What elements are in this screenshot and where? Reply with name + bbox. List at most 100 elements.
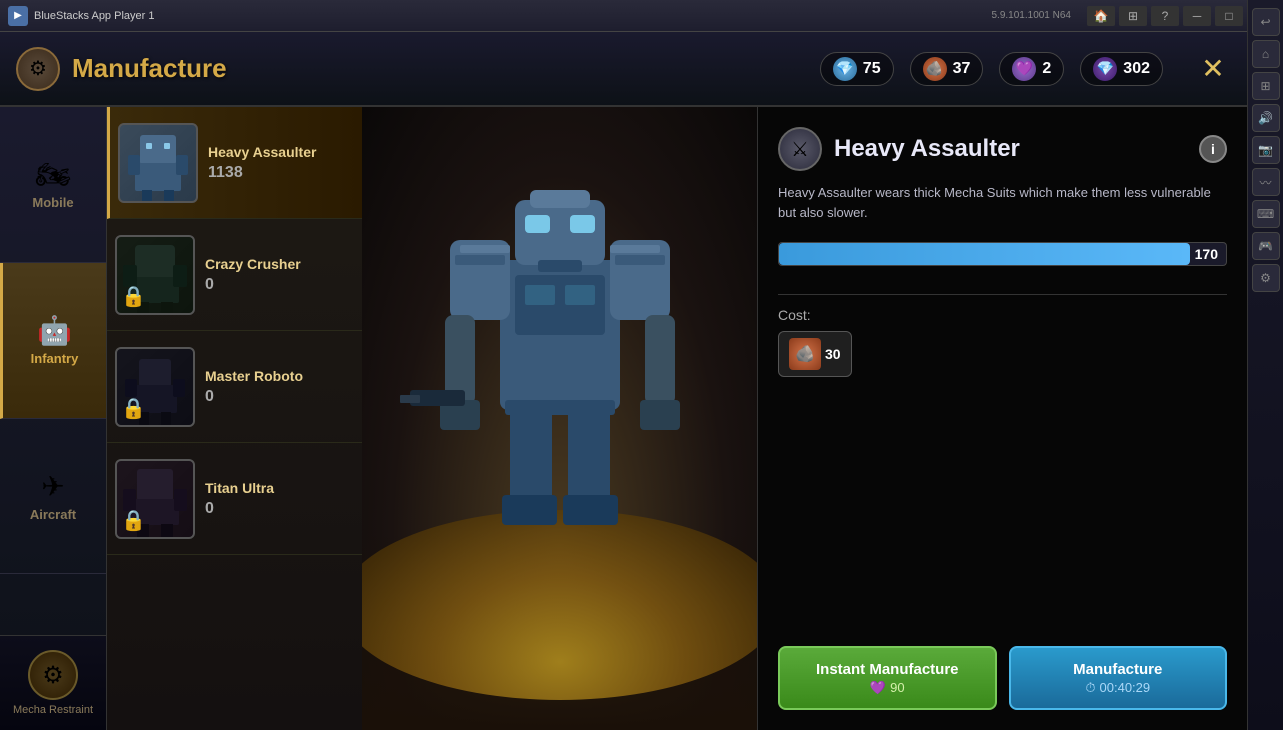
maximize-button[interactable]: □ [1215,6,1243,26]
resource-purple-light: 💜 2 [999,52,1064,86]
manufacture-btn-sub: ⏱ 00:40:29 [1085,680,1150,696]
detail-header: ⚔ Heavy Assaulter i [778,127,1227,171]
category-aircraft[interactable]: ✈ Aircraft [0,419,106,575]
separator [778,294,1227,295]
category-mobile[interactable]: 🏍 Mobile [0,107,106,263]
purple-light-icon: 💜 [1012,57,1036,81]
progress-section: 170 [778,242,1227,266]
bs-home-button[interactable]: ⌂ [1252,40,1280,68]
unit-name-master-roboto: Master Roboto [205,368,354,384]
unit-name-crazy-crusher: Crazy Crusher [205,256,354,272]
aircraft-icon: ✈ [41,470,64,503]
detail-description: Heavy Assaulter wears thick Mecha Suits … [778,183,1227,222]
header-avatar: ⚙ [16,47,60,91]
detail-avatar-icon: ⚔ [778,127,822,171]
lock-overlay-crazy-crusher: 🔒 [117,237,193,313]
category-infantry[interactable]: 🤖 Infantry [0,263,106,419]
instant-cost-value: 90 [890,680,904,695]
purple-light-count: 2 [1042,60,1051,78]
instant-btn-sub: 💜 90 [870,680,905,696]
game-header: ⚙ Manufacture 💎 75 🪨 37 💜 2 💎 302 ✕ [0,32,1247,107]
cost-count: 30 [825,346,841,362]
unit-thumb-titan-ultra: 🔒 [115,459,195,539]
resource-orange-stone: 🪨 37 [910,52,984,86]
bs-screenshot-button[interactable]: 📷 [1252,136,1280,164]
resource-blue-gem: 💎 75 [820,52,894,86]
lock-overlay-titan-ultra: 🔒 [117,461,193,537]
game-area: ⚙ Manufacture 💎 75 🪨 37 💜 2 💎 302 ✕ [0,32,1247,730]
title-bar: ▶ BlueStacks App Player 1 5.9.101.1001 N… [0,0,1283,32]
purple-dark-count: 302 [1123,60,1150,78]
bs-gamepad-button[interactable]: 🎮 [1252,232,1280,260]
infantry-icon: 🤖 [37,314,72,347]
manufacture-button[interactable]: Manufacture ⏱ 00:40:29 [1009,646,1228,710]
progress-bar-bg: 170 [778,242,1227,266]
resource-bar: 💎 75 🪨 37 💜 2 💎 302 ✕ [820,51,1231,87]
orange-stone-icon: 🪨 [923,57,947,81]
header-left: ⚙ Manufacture [16,47,227,91]
main-viewport [362,107,757,730]
progress-bar-fill [779,243,1190,265]
bs-recents-button[interactable]: ⊞ [1252,72,1280,100]
cost-item: 🪨 30 [778,331,852,377]
manufacture-close-button[interactable]: ✕ [1195,51,1231,87]
unit-item-crazy-crusher[interactable]: 🔒 Crazy Crusher 0 [107,219,362,331]
category-infantry-label: Infantry [31,351,79,366]
home-button[interactable]: 🏠 [1087,6,1115,26]
detail-info-button[interactable]: i [1199,135,1227,163]
unit-list: Heavy Assaulter 1138 🔒 [107,107,362,730]
unit-item-heavy-assaulter[interactable]: Heavy Assaulter 1138 [107,107,362,219]
detail-unit-name: Heavy Assaulter [834,135,1187,163]
robot-display [390,220,730,650]
cost-label: Cost: [778,307,1227,323]
unit-item-master-roboto[interactable]: 🔒 Master Roboto 0 [107,331,362,443]
unit-info-master-roboto: Master Roboto 0 [205,368,354,406]
progress-value: 170 [1195,246,1218,262]
cost-resource-icon: 🪨 [789,338,821,370]
purple-dark-icon: 💎 [1093,57,1117,81]
mecha-restraint-icon: ⚙ [28,650,78,700]
instant-manufacture-button[interactable]: Instant Manufacture 💜 90 [778,646,997,710]
category-mobile-label: Mobile [32,195,73,210]
app-title: BlueStacks App Player 1 [34,10,991,22]
unit-count-heavy-assaulter: 1138 [208,164,354,182]
lock-overlay-master-roboto: 🔒 [117,349,193,425]
bs-settings-button[interactable]: ⚙ [1252,264,1280,292]
page-title: Manufacture [72,53,227,84]
instant-btn-title: Instant Manufacture [816,661,959,678]
layout-button[interactable]: ⊞ [1119,6,1147,26]
manufacture-btn-title: Manufacture [1073,661,1162,678]
cost-section: Cost: 🪨 30 [778,307,1227,377]
manufacture-timer-value: 00:40:29 [1100,680,1151,695]
unit-info-crazy-crusher: Crazy Crusher 0 [205,256,354,294]
blue-gem-icon: 💎 [833,57,857,81]
instant-cost-icon: 💜 [870,680,886,696]
manufacture-timer-icon: ⏱ [1085,680,1095,696]
help-button[interactable]: ? [1151,6,1179,26]
minimize-button[interactable]: ─ [1183,6,1211,26]
main-content: 🏍 Mobile 🤖 Infantry ✈ Aircraft 🚗 Vehicle… [0,107,1247,730]
unit-count-crazy-crusher: 0 [205,276,354,294]
bs-volume-button[interactable]: 🔊 [1252,104,1280,132]
app-version: 5.9.101.1001 N64 [991,10,1071,21]
category-aircraft-label: Aircraft [30,507,76,522]
unit-info-heavy-assaulter: Heavy Assaulter 1138 [208,144,354,182]
unit-count-master-roboto: 0 [205,388,354,406]
mecha-restraint-label: Mecha Restraint [13,704,93,716]
unit-thumb-heavy-assaulter [118,123,198,203]
orange-stone-count: 37 [953,60,971,78]
blue-gem-count: 75 [863,60,881,78]
mecha-restraint[interactable]: ⚙ Mecha Restraint [0,635,107,730]
mobile-icon: 🏍 [35,158,71,191]
bs-keyboard-button[interactable]: ⌨ [1252,200,1280,228]
unit-count-titan-ultra: 0 [205,500,354,518]
bs-shake-button[interactable]: 〰 [1252,168,1280,196]
unit-name-titan-ultra: Titan Ultra [205,480,354,496]
unit-name-heavy-assaulter: Heavy Assaulter [208,144,354,160]
unit-item-titan-ultra[interactable]: 🔒 Titan Ultra 0 [107,443,362,555]
unit-thumb-crazy-crusher: 🔒 [115,235,195,315]
bs-back-button[interactable]: ↩ [1252,8,1280,36]
bluestacks-sidebar: ↩ ⌂ ⊞ 🔊 📷 〰 ⌨ 🎮 ⚙ [1247,0,1283,730]
action-buttons: Instant Manufacture 💜 90 Manufacture ⏱ 0… [778,646,1227,710]
unit-info-titan-ultra: Titan Ultra 0 [205,480,354,518]
